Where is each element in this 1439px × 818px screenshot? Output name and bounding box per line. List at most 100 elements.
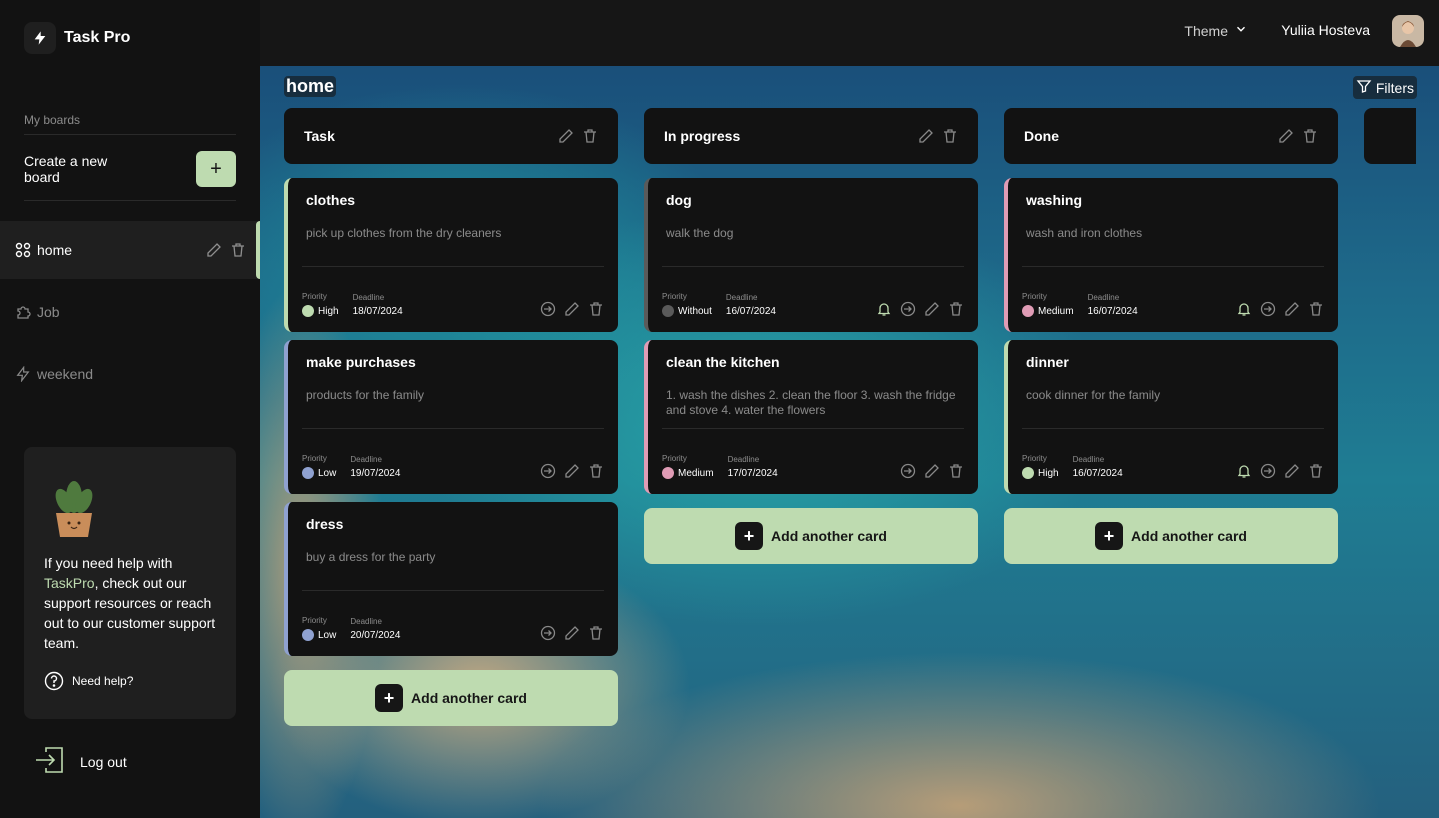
add-column-button[interactable] (1364, 108, 1416, 164)
priority-dot (662, 305, 674, 317)
user-avatar[interactable] (1392, 15, 1424, 47)
pencil-icon[interactable] (1278, 128, 1294, 144)
pencil-icon[interactable] (564, 463, 580, 479)
pencil-icon[interactable] (206, 242, 222, 258)
card-description: walk the dog (666, 226, 734, 240)
theme-dropdown[interactable]: Theme (1184, 22, 1248, 39)
task-card[interactable]: dinner cook dinner for the family Priori… (1004, 340, 1338, 494)
help-text-part: If you need help with (44, 555, 173, 571)
column-title: In progress (664, 128, 741, 144)
trash-icon[interactable] (582, 128, 598, 144)
move-card-icon[interactable] (900, 301, 916, 317)
move-card-icon[interactable] (540, 463, 556, 479)
filters-label: Filters (1375, 79, 1414, 96)
sidebar-board-label: Job (37, 304, 60, 320)
filter-icon (1356, 78, 1372, 97)
priority-label: Priority (1022, 454, 1047, 463)
deadline-value: 18/07/2024 (352, 306, 403, 317)
move-card-icon[interactable] (540, 625, 556, 641)
add-card-button[interactable]: + Add another card (1004, 508, 1338, 564)
priority-dot (302, 629, 314, 641)
trash-icon[interactable] (588, 301, 604, 317)
task-card[interactable]: make purchases products for the family P… (284, 340, 618, 494)
move-card-icon[interactable] (1260, 463, 1276, 479)
pencil-icon[interactable] (558, 128, 574, 144)
board-column: Done washing wash and iron clothes Prior… (1004, 108, 1338, 564)
divider (662, 428, 964, 429)
priority-value: Without (678, 305, 712, 317)
trash-icon[interactable] (948, 463, 964, 479)
pencil-icon[interactable] (564, 301, 580, 317)
sidebar-board-home[interactable]: home (0, 221, 260, 279)
trash-icon[interactable] (588, 463, 604, 479)
divider (302, 590, 604, 591)
sidebar-board-weekend[interactable]: weekend (0, 345, 260, 403)
deadline-label: Deadline (727, 455, 760, 464)
deadline-value: 20/07/2024 (350, 630, 401, 641)
move-card-icon[interactable] (900, 463, 916, 479)
trash-icon[interactable] (1308, 463, 1324, 479)
priority-dot (1022, 305, 1034, 317)
add-card-button[interactable]: + Add another card (644, 508, 978, 564)
card-title: make purchases (306, 354, 416, 370)
divider (302, 428, 604, 429)
deadline-value: 17/07/2024 (727, 468, 778, 479)
my-boards-label: My boards (24, 113, 81, 127)
trash-icon[interactable] (1302, 128, 1318, 144)
column-header: In progress (644, 108, 978, 164)
pencil-icon[interactable] (924, 301, 940, 317)
task-card[interactable]: clean the kitchen 1. wash the dishes 2. … (644, 340, 978, 494)
taskpro-link[interactable]: TaskPro (44, 575, 95, 591)
card-title: dress (306, 516, 344, 532)
priority-value: Medium (678, 467, 714, 479)
sidebar-board-label: weekend (37, 366, 94, 382)
plus-icon: + (375, 684, 404, 712)
lightning-icon (15, 366, 31, 382)
trash-icon[interactable] (588, 625, 604, 641)
pencil-icon[interactable] (924, 463, 940, 479)
need-help-button[interactable]: Need help? (44, 671, 216, 691)
sidebar-board-job[interactable]: Job (0, 283, 260, 341)
add-card-label: Add another card (771, 528, 887, 544)
trash-icon[interactable] (230, 242, 246, 258)
board-area: home Filters Task clothes pick up clothe… (260, 66, 1439, 818)
trash-icon[interactable] (1308, 301, 1324, 317)
question-circle-icon (44, 671, 64, 691)
card-title: dog (666, 192, 692, 208)
priority-value: Low (318, 629, 337, 641)
priority-dot (302, 305, 314, 317)
card-description: pick up clothes from the dry cleaners (306, 226, 502, 240)
task-card[interactable]: dog walk the dog Priority Without Deadli… (644, 178, 978, 332)
pencil-icon[interactable] (918, 128, 934, 144)
sidebar-board-label: home (37, 242, 73, 258)
priority-label: Priority (662, 454, 687, 463)
app-logo[interactable]: Task Pro (24, 22, 130, 54)
deadline-value: 19/07/2024 (350, 468, 401, 479)
add-card-label: Add another card (1131, 528, 1247, 544)
priority-dot (1022, 467, 1034, 479)
priority-value: Medium (1038, 305, 1074, 317)
priority-value: Low (318, 467, 337, 479)
move-card-icon[interactable] (540, 301, 556, 317)
create-board-button[interactable]: + (196, 151, 236, 187)
pencil-icon[interactable] (1284, 301, 1300, 317)
pencil-icon[interactable] (1284, 463, 1300, 479)
trash-icon[interactable] (948, 301, 964, 317)
task-card[interactable]: washing wash and iron clothes Priority M… (1004, 178, 1338, 332)
filters-button[interactable]: Filters (1352, 76, 1417, 99)
deadline-label: Deadline (725, 293, 758, 302)
add-card-button[interactable]: + Add another card (284, 670, 618, 726)
trash-icon[interactable] (942, 128, 958, 144)
logout-label: Log out (80, 753, 127, 770)
logout-button[interactable]: Log out (34, 744, 127, 779)
task-card[interactable]: clothes pick up clothes from the dry cle… (284, 178, 618, 332)
task-card[interactable]: dress buy a dress for the party Priority… (284, 502, 618, 656)
divider (24, 134, 236, 135)
card-title: dinner (1026, 354, 1069, 370)
bell-icon (876, 301, 892, 317)
move-card-icon[interactable] (1260, 301, 1276, 317)
column-title: Task (304, 128, 335, 144)
board-title: home (284, 76, 337, 97)
pencil-icon[interactable] (564, 625, 580, 641)
deadline-label: Deadline (352, 293, 385, 302)
